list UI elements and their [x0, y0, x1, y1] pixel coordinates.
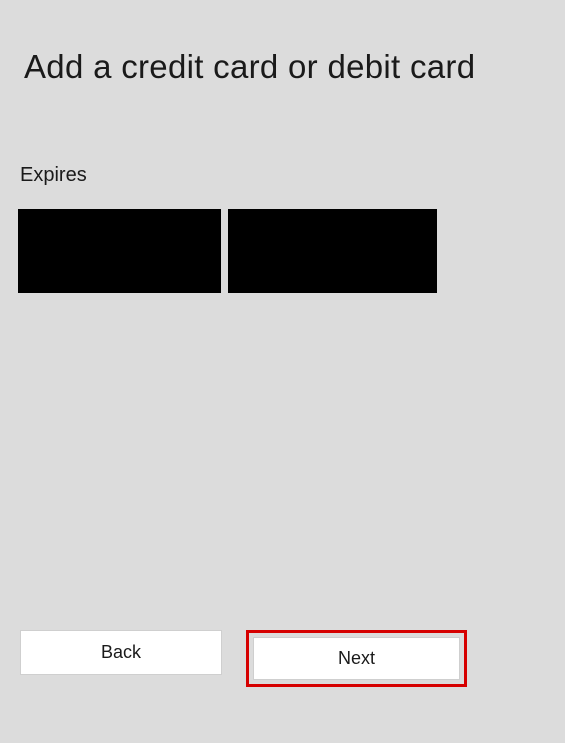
next-button-highlight: Next [246, 630, 467, 687]
page-title: Add a credit card or debit card [0, 0, 565, 86]
button-row: Back Next [20, 630, 467, 687]
back-button[interactable]: Back [20, 630, 222, 675]
expiry-row [0, 187, 565, 293]
expires-label: Expires [0, 86, 565, 187]
next-button[interactable]: Next [253, 637, 460, 680]
expiry-month-dropdown[interactable] [18, 209, 221, 293]
expiry-year-dropdown[interactable] [228, 209, 437, 293]
